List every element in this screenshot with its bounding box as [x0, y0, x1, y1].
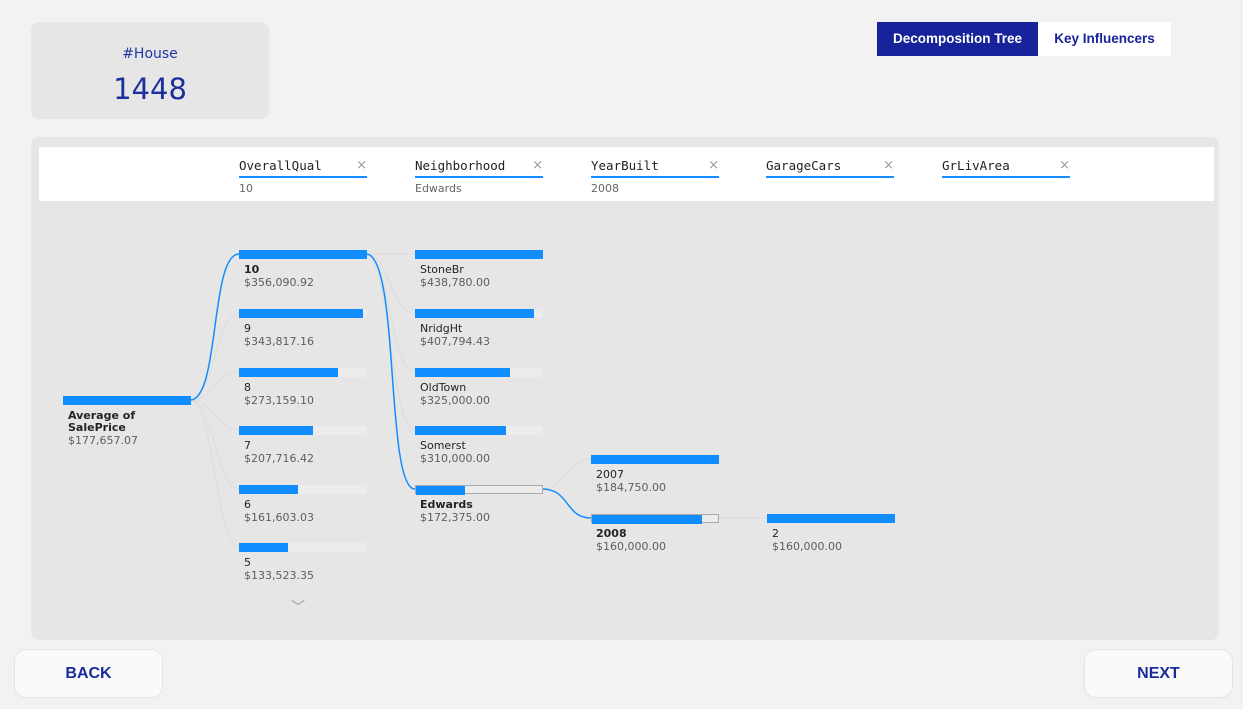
connector: [541, 458, 592, 490]
node-bar-fill: [239, 426, 314, 435]
node-label: Edwards: [420, 498, 473, 511]
tree-node-overallqual-10[interactable]: 10 $356,090.92: [239, 250, 367, 289]
node-label: OldTown: [420, 381, 467, 394]
node-value: $438,780.00: [420, 276, 490, 289]
node-bar-fill: [239, 368, 338, 377]
node-value: $172,375.00: [420, 511, 490, 524]
node-bar-fill: [767, 514, 895, 523]
node-value: $310,000.00: [420, 452, 490, 465]
node-value: $184,750.00: [596, 481, 666, 494]
node-bar-fill: [239, 543, 288, 552]
node-bar: [239, 426, 367, 435]
node-label: 2008: [596, 527, 627, 540]
node-bar: [415, 485, 543, 495]
node-label: Average of SalePrice: [68, 409, 136, 434]
tree-node-neighborhood-somerst[interactable]: Somerst $310,000.00: [415, 426, 543, 465]
selected-connector: [189, 253, 240, 401]
node-value: $160,000.00: [596, 540, 666, 553]
selected-connector: [541, 488, 592, 519]
node-label: 5: [244, 556, 251, 569]
tree-node-yearbuilt-2008[interactable]: 2008 $160,000.00: [591, 514, 719, 553]
node-bar-fill: [415, 250, 543, 259]
tree-node-neighborhood-nridght[interactable]: NridgHt $407,794.43: [415, 309, 543, 348]
node-label: 2007: [596, 468, 624, 481]
node-value: $207,716.42: [244, 452, 314, 465]
next-button[interactable]: NEXT: [1084, 649, 1233, 698]
node-bar-fill: [415, 309, 535, 318]
node-value: $177,657.07: [68, 434, 138, 447]
node-bar-fill: [591, 455, 719, 464]
node-bar: [239, 309, 367, 318]
selected-connector: [365, 253, 416, 490]
node-bar: [415, 250, 543, 259]
tree-node-overallqual-7[interactable]: 7 $207,716.42: [239, 426, 367, 465]
node-value: $273,159.10: [244, 394, 314, 407]
tree-node-overallqual-5[interactable]: 5 $133,523.35: [239, 543, 367, 582]
node-value: $160,000.00: [772, 540, 842, 553]
node-bar-fill: [592, 515, 702, 524]
node-bar: [415, 426, 543, 435]
node-bar-fill: [415, 368, 510, 377]
node-label: StoneBr: [420, 263, 464, 276]
node-bar-fill: [415, 426, 506, 435]
node-bar: [239, 485, 367, 494]
back-button[interactable]: BACK: [14, 649, 163, 698]
node-bar: [415, 368, 543, 377]
chevron-down-icon[interactable]: ﹀: [291, 597, 305, 617]
node-bar-fill: [239, 309, 364, 318]
node-bar: [63, 396, 191, 405]
tree-node-overallqual-6[interactable]: 6 $161,603.03: [239, 485, 367, 524]
node-bar: [415, 309, 543, 318]
connector: [365, 253, 416, 431]
tree-node-neighborhood-edwards[interactable]: Edwards $172,375.00: [415, 485, 543, 524]
node-bar: [767, 514, 895, 523]
tree-node-yearbuilt-2007[interactable]: 2007 $184,750.00: [591, 455, 719, 494]
connector: [189, 399, 240, 548]
node-bar: [591, 514, 719, 524]
node-value: $325,000.00: [420, 394, 490, 407]
node-label: 2: [772, 527, 779, 540]
node-label: Somerst: [420, 439, 466, 452]
node-label: 7: [244, 439, 251, 452]
tree-node-overallqual-8[interactable]: 8 $273,159.10: [239, 368, 367, 407]
tree-node-neighborhood-oldtown[interactable]: OldTown $325,000.00: [415, 368, 543, 407]
node-bar-fill: [239, 250, 367, 259]
node-value: $407,794.43: [420, 335, 490, 348]
tree-node-neighborhood-stonebr[interactable]: StoneBr $438,780.00: [415, 250, 543, 289]
node-label: 10: [244, 263, 260, 276]
node-value: $133,523.35: [244, 569, 314, 582]
node-bar-fill: [416, 486, 466, 495]
node-bar-fill: [239, 485, 298, 494]
tree-node-root[interactable]: Average of SalePrice $177,657.07: [63, 396, 191, 447]
tree-node-garagecars-2[interactable]: 2 $160,000.00: [767, 514, 895, 553]
node-label: 8: [244, 381, 251, 394]
tree-connectors: [189, 253, 767, 548]
node-bar: [239, 250, 367, 259]
node-bar: [239, 543, 367, 552]
tree-node-overallqual-9[interactable]: 9 $343,817.16: [239, 309, 367, 348]
node-bar-fill: [63, 396, 191, 405]
node-value: $356,090.92: [244, 276, 314, 289]
node-label: 6: [244, 498, 251, 511]
node-bar: [239, 368, 367, 377]
connector: [189, 399, 240, 490]
node-label: NridgHt: [420, 322, 463, 335]
node-bar: [591, 455, 719, 464]
node-label: 9: [244, 322, 251, 335]
node-value: $161,603.03: [244, 511, 314, 524]
node-value: $343,817.16: [244, 335, 314, 348]
connector: [365, 253, 416, 314]
